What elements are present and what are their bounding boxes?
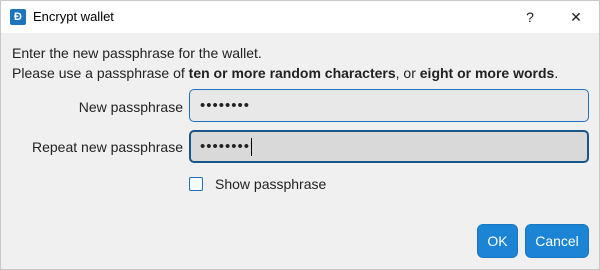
instructions-middle: , or bbox=[395, 65, 420, 81]
show-passphrase-checkbox[interactable] bbox=[189, 177, 203, 191]
title-bar: Đ Encrypt wallet ? ✕ bbox=[1, 1, 599, 33]
instructions-line-2: Please use a passphrase of ten or more r… bbox=[12, 63, 558, 83]
show-passphrase-label[interactable]: Show passphrase bbox=[215, 176, 326, 192]
wallet-app-icon: Đ bbox=[10, 9, 26, 25]
new-passphrase-label: New passphrase bbox=[78, 99, 183, 115]
dialog-content: Enter the new passphrase for the wallet.… bbox=[1, 33, 599, 269]
instructions-line-1: Enter the new passphrase for the wallet. bbox=[12, 45, 262, 61]
window-title: Encrypt wallet bbox=[33, 9, 114, 24]
encrypt-wallet-dialog: Đ Encrypt wallet ? ✕ Enter the new passp… bbox=[0, 0, 600, 270]
text-caret bbox=[251, 137, 253, 156]
help-button[interactable]: ? bbox=[507, 1, 553, 33]
repeat-passphrase-input[interactable]: •••••••• bbox=[189, 130, 589, 163]
show-passphrase-row[interactable]: Show passphrase bbox=[189, 176, 326, 192]
ok-button[interactable]: OK bbox=[477, 224, 518, 258]
instructions-bold-characters: ten or more random characters bbox=[188, 65, 396, 81]
instructions-bold-words: eight or more words bbox=[419, 65, 555, 81]
repeat-passphrase-label: Repeat new passphrase bbox=[32, 139, 183, 155]
repeat-passphrase-value: •••••••• bbox=[200, 138, 251, 155]
close-icon: ✕ bbox=[570, 8, 582, 25]
instructions: Enter the new passphrase for the wallet.… bbox=[12, 43, 558, 83]
instructions-prefix: Please use a passphrase of bbox=[12, 65, 189, 81]
question-mark-icon: ? bbox=[526, 9, 534, 25]
cancel-button[interactable]: Cancel bbox=[525, 224, 589, 258]
instructions-suffix: . bbox=[554, 65, 559, 81]
close-button[interactable]: ✕ bbox=[553, 1, 599, 33]
new-passphrase-input[interactable]: •••••••• bbox=[189, 89, 589, 122]
new-passphrase-value: •••••••• bbox=[200, 97, 251, 114]
